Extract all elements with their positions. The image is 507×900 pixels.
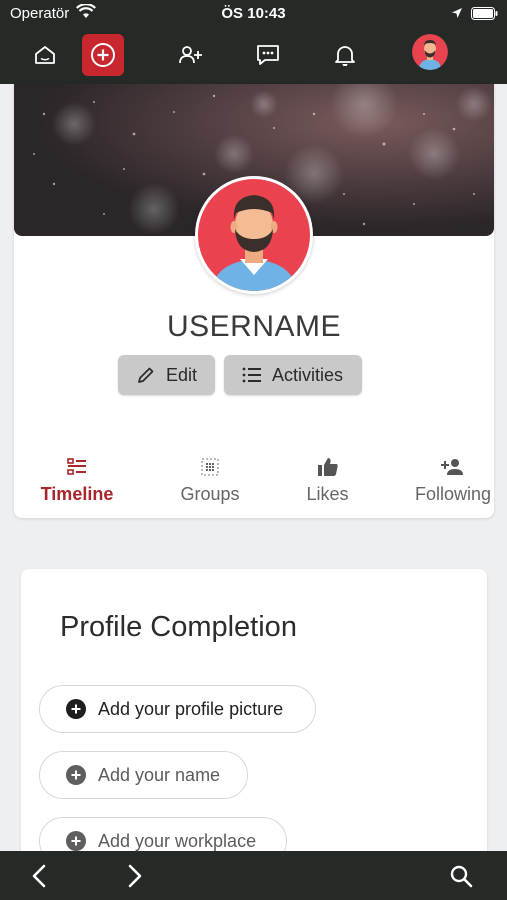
- profile-card: USERNAME Edit Activities Timeline Groups…: [14, 84, 494, 518]
- tab-timeline[interactable]: Timeline: [28, 454, 126, 518]
- home-icon[interactable]: [24, 34, 66, 76]
- tab-likes[interactable]: Likes: [290, 454, 365, 518]
- chat-icon[interactable]: [247, 34, 289, 76]
- list-icon: [242, 367, 261, 383]
- add-name-label: Add your name: [98, 764, 221, 785]
- add-circle-icon: [66, 831, 86, 851]
- profile-tabs: Timeline Groups Likes Following: [14, 454, 494, 518]
- add-profile-picture-label: Add your profile picture: [98, 698, 284, 719]
- tab-groups-label: Groups: [180, 484, 240, 504]
- add-name-button[interactable]: Add your name: [39, 751, 248, 799]
- add-button[interactable]: [82, 34, 124, 76]
- top-nav: [0, 28, 507, 84]
- tab-timeline-label: Timeline: [40, 484, 114, 504]
- edit-button[interactable]: Edit: [118, 355, 215, 395]
- profile-completion-card: Profile Completion Add your profile pict…: [21, 569, 487, 869]
- back-icon[interactable]: [24, 861, 54, 891]
- groups-icon: [164, 454, 256, 480]
- profile-completion-title: Profile Completion: [60, 611, 297, 643]
- thumbs-up-icon: [290, 454, 365, 480]
- profile-avatar[interactable]: [195, 176, 313, 294]
- add-circle-icon: [66, 699, 86, 719]
- activities-label: Activities: [272, 364, 344, 385]
- tab-following[interactable]: Following: [412, 454, 494, 518]
- status-bar: Operatör ÖS 10:43: [0, 0, 507, 28]
- add-circle-icon: [91, 43, 115, 67]
- bell-icon[interactable]: [324, 34, 366, 76]
- tab-likes-label: Likes: [306, 484, 349, 504]
- pencil-icon: [138, 367, 154, 383]
- clock: ÖS 10:43: [221, 5, 286, 22]
- battery-icon: [471, 7, 498, 24]
- add-profile-picture-button[interactable]: Add your profile picture: [39, 685, 316, 733]
- add-circle-icon: [66, 765, 86, 785]
- avatar[interactable]: [412, 34, 448, 70]
- follow-user-icon: [412, 454, 494, 480]
- activities-button[interactable]: Activities: [224, 355, 362, 395]
- forward-icon[interactable]: [120, 861, 150, 891]
- username: USERNAME: [166, 310, 342, 343]
- location-arrow-icon: [451, 6, 463, 23]
- bottom-toolbar: [0, 851, 507, 900]
- add-user-icon[interactable]: [170, 34, 212, 76]
- tab-groups[interactable]: Groups: [164, 454, 256, 518]
- add-workplace-label: Add your workplace: [98, 830, 257, 851]
- edit-label: Edit: [166, 364, 198, 385]
- search-icon[interactable]: [446, 861, 476, 891]
- timeline-icon: [28, 454, 126, 480]
- tab-following-label: Following: [414, 484, 492, 504]
